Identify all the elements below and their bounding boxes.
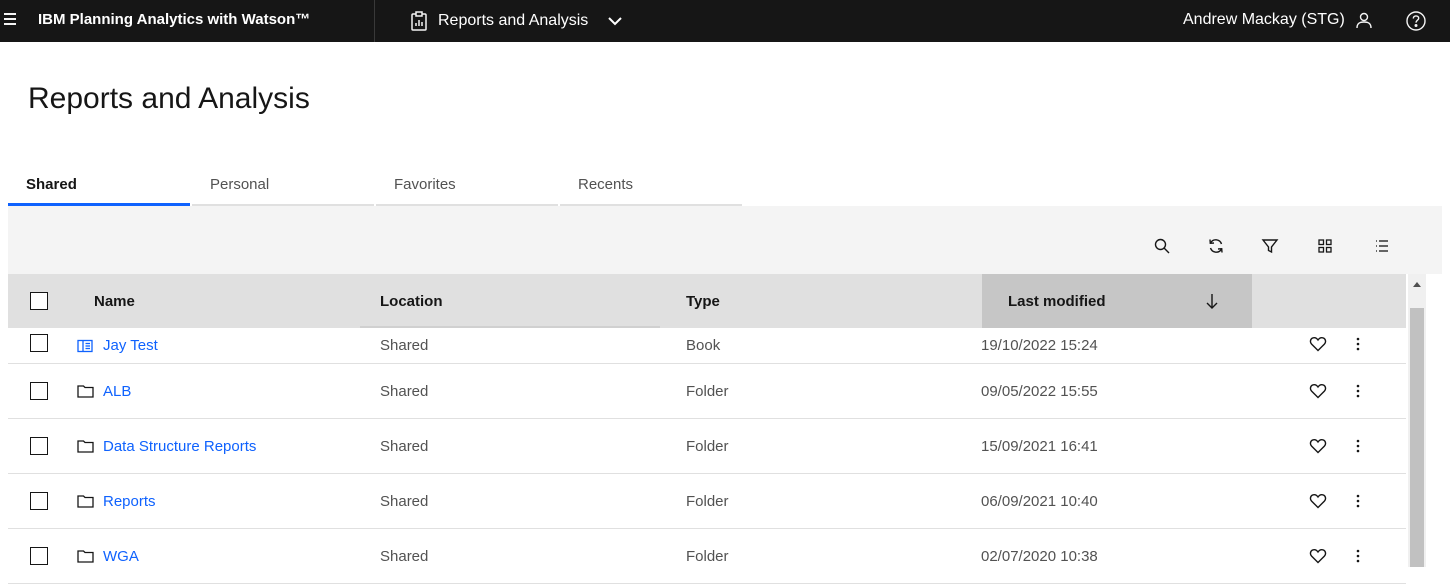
overflow-menu-icon[interactable] — [1348, 436, 1368, 456]
heart-icon[interactable] — [1308, 381, 1328, 401]
row-checkbox[interactable] — [30, 547, 48, 565]
tab-favorites[interactable]: Favorites — [376, 170, 558, 206]
user-icon[interactable] — [1354, 10, 1374, 30]
column-header-type[interactable]: Type — [686, 274, 720, 328]
table-row: Data Structure Reports Shared Folder 15/… — [8, 419, 1406, 474]
row-type: Folder — [686, 382, 729, 400]
refresh-icon[interactable] — [1204, 234, 1228, 258]
folder-icon — [76, 492, 94, 510]
row-checkbox[interactable] — [30, 492, 48, 510]
tab-recents[interactable]: Recents — [560, 170, 742, 206]
row-name: Reports — [103, 492, 156, 510]
overflow-menu-icon[interactable] — [1348, 381, 1368, 401]
overflow-menu-icon[interactable] — [1348, 334, 1368, 354]
row-last-modified: 06/09/2021 10:40 — [981, 492, 1098, 510]
heart-icon[interactable] — [1308, 546, 1328, 566]
scrollbar-thumb[interactable] — [1410, 308, 1424, 567]
product-switcher[interactable]: Reports and Analysis — [410, 0, 624, 42]
grid-view-icon[interactable] — [1313, 234, 1337, 258]
folder-icon — [76, 437, 94, 455]
row-location: Shared — [380, 437, 429, 455]
user-name[interactable]: Andrew Mackay (STG) — [1183, 11, 1345, 29]
chevron-down-icon — [606, 12, 624, 30]
header-divider — [374, 0, 375, 42]
heart-icon[interactable] — [1308, 334, 1328, 354]
heart-icon[interactable] — [1308, 491, 1328, 511]
row-name-link[interactable]: Reports — [76, 474, 156, 528]
top-bar: IBM Planning Analytics with Watson™ Repo… — [0, 0, 1450, 50]
row-name: Jay Test — [103, 337, 158, 354]
search-icon[interactable] — [1150, 234, 1174, 258]
tab-personal[interactable]: Personal — [192, 170, 374, 206]
menu-icon[interactable] — [4, 10, 20, 30]
row-location: Shared — [380, 337, 429, 354]
row-location: Shared — [380, 382, 429, 400]
page-title: Reports and Analysis — [28, 82, 310, 115]
list-view-icon[interactable] — [1370, 234, 1394, 258]
filter-icon[interactable] — [1258, 234, 1282, 258]
select-all-checkbox[interactable] — [30, 292, 48, 310]
table-row: ALB Shared Folder 09/05/2022 15:55 — [8, 364, 1406, 419]
row-location: Shared — [380, 492, 429, 510]
overflow-menu-icon[interactable] — [1348, 546, 1368, 566]
column-header-last-modified[interactable]: Last modified — [1008, 274, 1106, 328]
scroll-up-arrow-icon[interactable] — [1408, 274, 1426, 294]
row-last-modified: 02/07/2020 10:38 — [981, 547, 1098, 565]
table-row: Jay Test Shared Book 19/10/2022 15:24 — [8, 328, 1406, 364]
row-checkbox[interactable] — [30, 382, 48, 400]
tab-shared[interactable]: Shared — [8, 170, 190, 206]
column-header-name[interactable]: Name — [94, 274, 135, 328]
help-icon[interactable] — [1405, 10, 1427, 32]
row-name-link[interactable]: Jay Test — [76, 328, 158, 363]
report-icon — [410, 11, 428, 31]
table-header: Name Location Type Last modified — [8, 274, 1406, 328]
table-row: WGA Shared Folder 02/07/2020 10:38 — [8, 529, 1406, 584]
folder-icon — [76, 547, 94, 565]
book-icon — [76, 337, 94, 355]
row-type: Folder — [686, 547, 729, 565]
row-type: Folder — [686, 437, 729, 455]
row-checkbox[interactable] — [30, 334, 48, 352]
header: IBM Planning Analytics with Watson™ Repo… — [0, 0, 1450, 42]
row-name-link[interactable]: Data Structure Reports — [76, 419, 256, 473]
content-table: Name Location Type Last modified Jay Tes… — [8, 274, 1406, 584]
row-checkbox[interactable] — [30, 437, 48, 455]
row-name: Data Structure Reports — [103, 437, 257, 455]
product-switcher-label: Reports and Analysis — [438, 12, 589, 29]
folder-icon — [76, 382, 94, 400]
row-type: Folder — [686, 492, 729, 510]
row-name: WGA — [103, 547, 139, 565]
row-type: Book — [686, 337, 721, 354]
tab-list: Shared Personal Favorites Recents — [8, 170, 744, 206]
heart-icon[interactable] — [1308, 436, 1328, 456]
row-last-modified: 09/05/2022 15:55 — [981, 382, 1098, 400]
row-name: ALB — [103, 382, 132, 400]
table-row: Reports Shared Folder 06/09/2021 10:40 — [8, 474, 1406, 529]
table-toolbar — [8, 206, 1442, 274]
column-header-location[interactable]: Location — [380, 274, 443, 328]
row-last-modified: 19/10/2022 15:24 — [981, 337, 1098, 354]
table-body: Jay Test Shared Book 19/10/2022 15:24 AL… — [8, 328, 1406, 584]
overflow-menu-icon[interactable] — [1348, 491, 1368, 511]
row-name-link[interactable]: WGA — [76, 529, 139, 583]
row-name-link[interactable]: ALB — [76, 364, 131, 418]
sort-descending-icon[interactable] — [1204, 274, 1220, 328]
row-last-modified: 15/09/2021 16:41 — [981, 437, 1098, 455]
row-location: Shared — [380, 547, 429, 565]
app-title: IBM Planning Analytics with Watson™ — [38, 11, 311, 28]
